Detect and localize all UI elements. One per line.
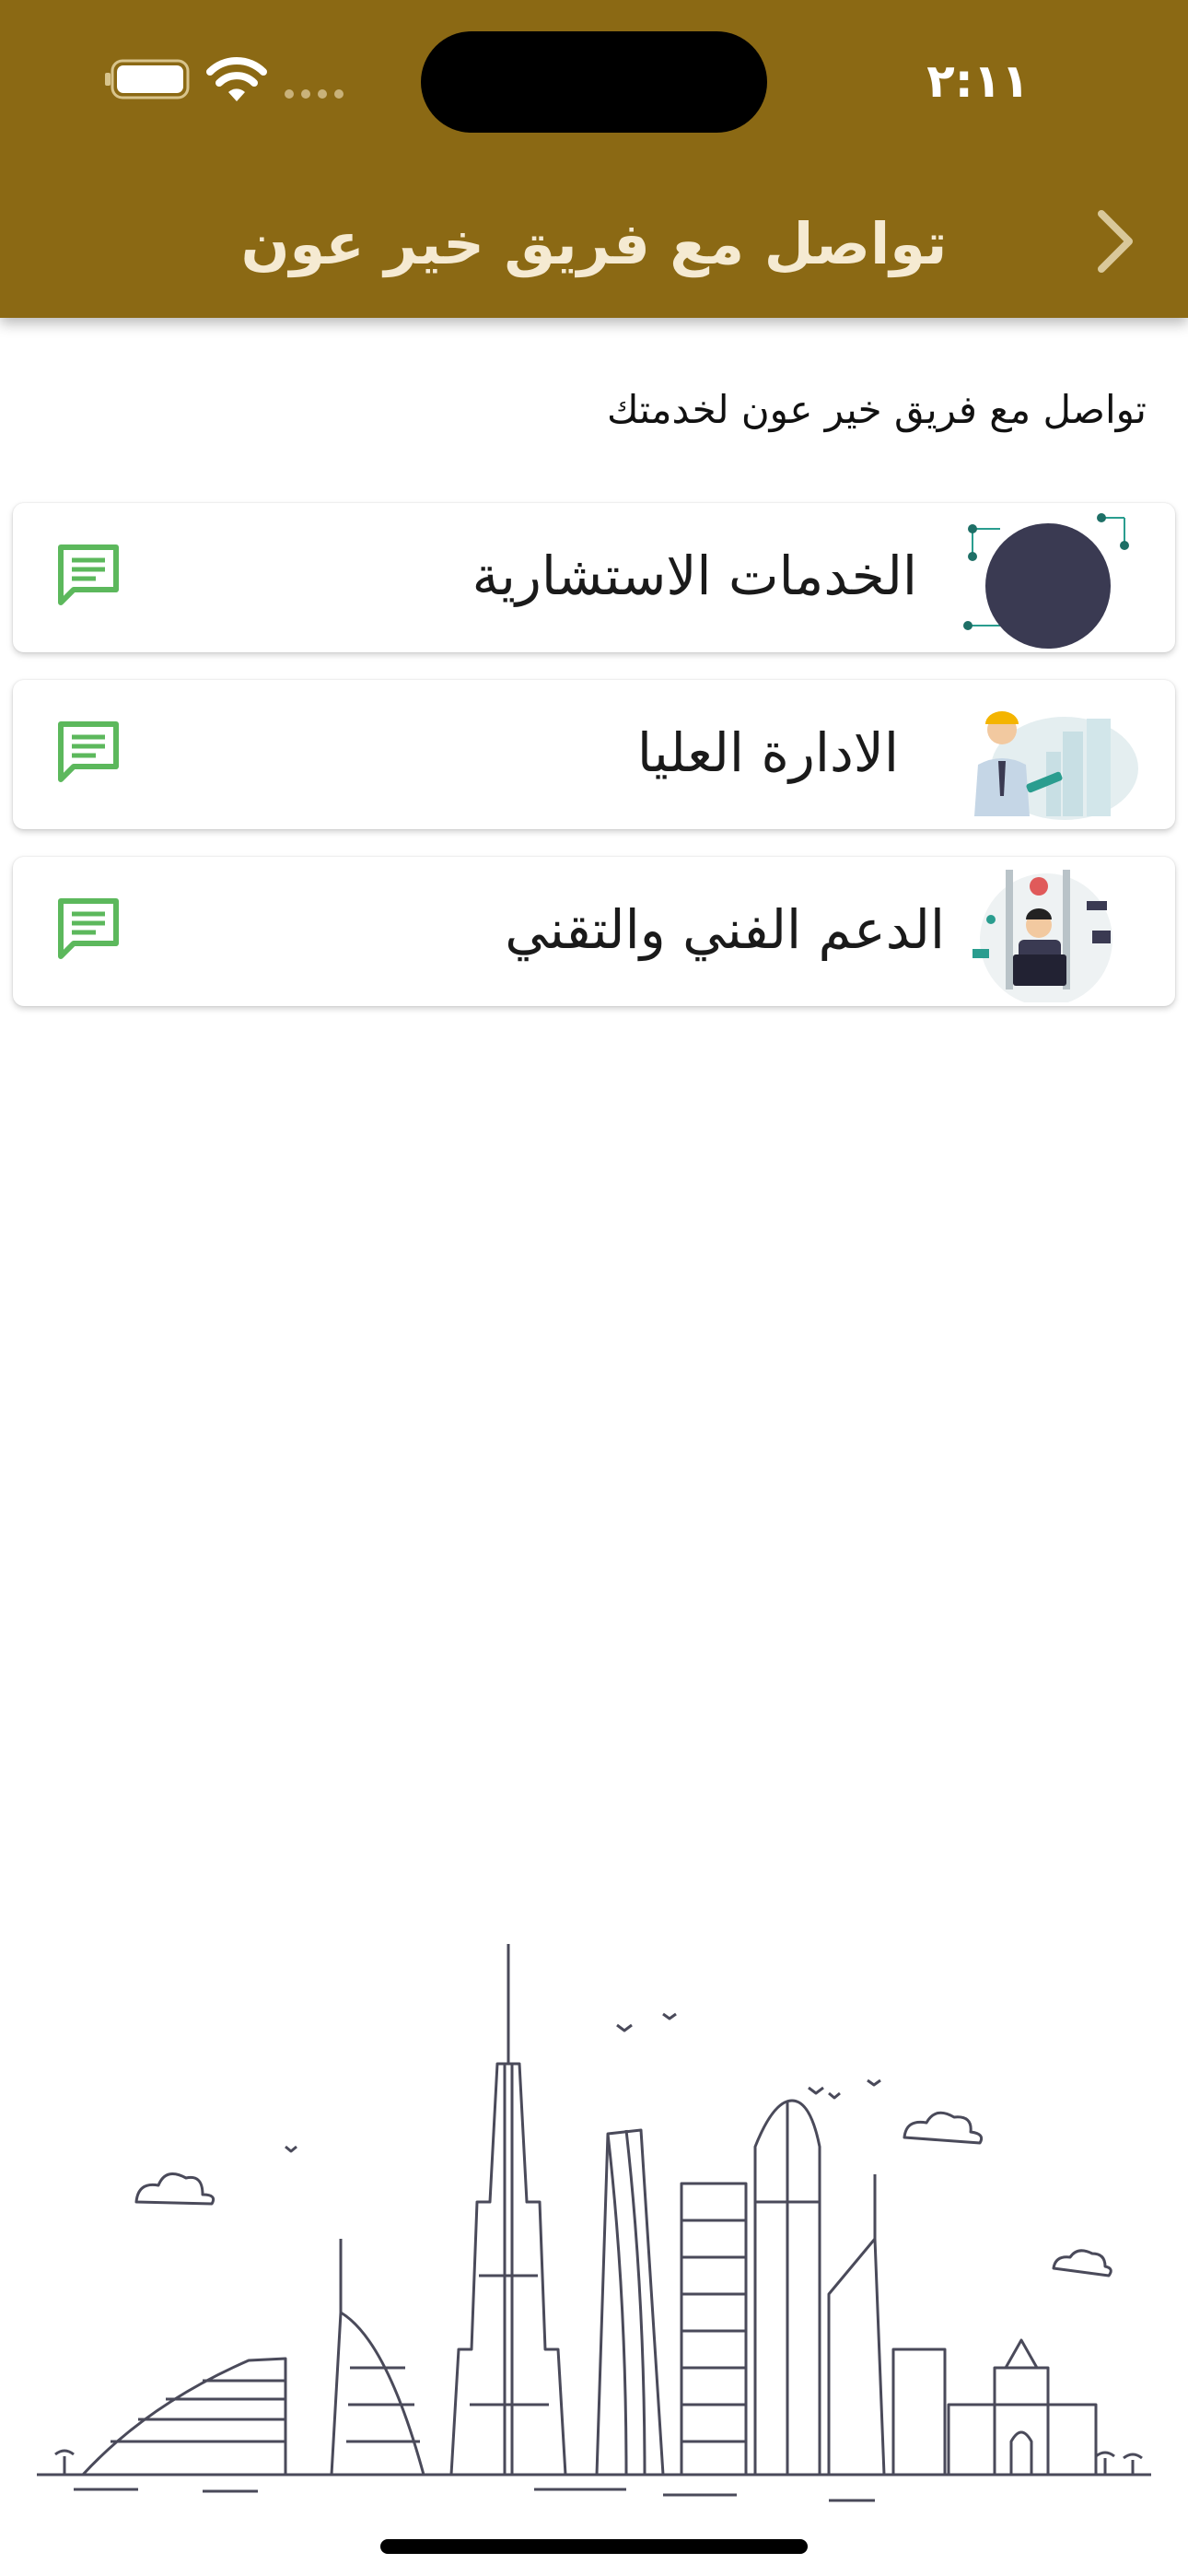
chat-message-icon[interactable] [55,542,122,608]
chevron-right-icon[interactable] [1077,205,1151,278]
section-subtitle: تواصل مع فريق خير عون لخدمتك [606,387,1147,432]
home-indicator[interactable] [380,2539,808,2554]
support-illustration [973,870,1112,1002]
chat-message-icon[interactable] [55,719,122,785]
management-illustration [974,711,1138,820]
app-header: ٢:١١ تواصل مع فريق خير عون [0,0,1188,318]
page-title: تواصل مع فريق خير عون [240,210,948,277]
cellular-signal-icon [285,89,344,99]
card-senior-management[interactable]: الادارة العليا [13,680,1175,829]
chat-message-icon[interactable] [55,896,122,962]
status-time: ٢:١١ [926,54,1030,108]
card-technical-support[interactable]: الدعم الفني والتقني [13,857,1175,1006]
app-screen: ٢:١١ تواصل مع فريق خير عون تواصل مع فريق… [0,0,1188,2576]
card-consulting-services[interactable]: الخدمات الاستشارية [13,503,1175,652]
battery-icon [105,59,190,100]
city-skyline-illustration [37,1944,1151,2502]
card-label: الادارة العليا [636,721,899,784]
wifi-icon [206,57,267,101]
consulting-illustration [963,513,1129,649]
card-label: الدعم الفني والتقني [505,898,945,961]
card-label: الخدمات الاستشارية [472,544,917,607]
dynamic-island [421,31,767,133]
